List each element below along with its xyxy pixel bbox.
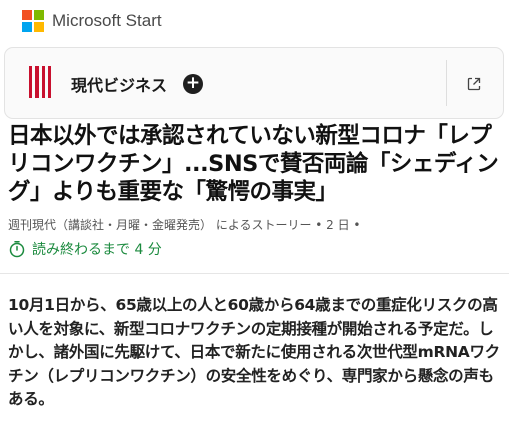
logo-square-red: [22, 10, 32, 20]
section-divider: [0, 273, 509, 274]
logo-square-yellow: [34, 22, 44, 32]
open-external-icon[interactable]: [466, 76, 482, 92]
publisher-logo-icon[interactable]: [29, 66, 51, 98]
follow-button[interactable]: +: [183, 74, 203, 94]
source-card: 現代ビジネス +: [4, 47, 504, 119]
article-headline: 日本以外では承認されていない新型コロナ「レプリコンワクチン」...SNSで賛否両…: [8, 123, 499, 205]
app-header: Microsoft Start: [22, 10, 162, 32]
publisher-name[interactable]: 現代ビジネス: [71, 72, 167, 96]
timer-icon: [9, 241, 25, 258]
logo-square-green: [34, 10, 44, 20]
card-divider: [446, 60, 447, 106]
microsoft-logo-icon[interactable]: [22, 10, 44, 32]
read-time: 読み終わるまで 4 分: [8, 239, 162, 259]
article-lead-paragraph: 10月1日から、65歳以上の人と60歳から64歳までの重症化リスクの高い人を対象…: [8, 296, 500, 408]
read-time-label: 読み終わるまで 4 分: [32, 242, 162, 258]
logo-square-blue: [22, 22, 32, 32]
article-byline: 週刊現代（講談社・月曜・金曜発売） によるストーリー • 2 日 •: [8, 218, 361, 232]
app-title[interactable]: Microsoft Start: [52, 11, 162, 31]
